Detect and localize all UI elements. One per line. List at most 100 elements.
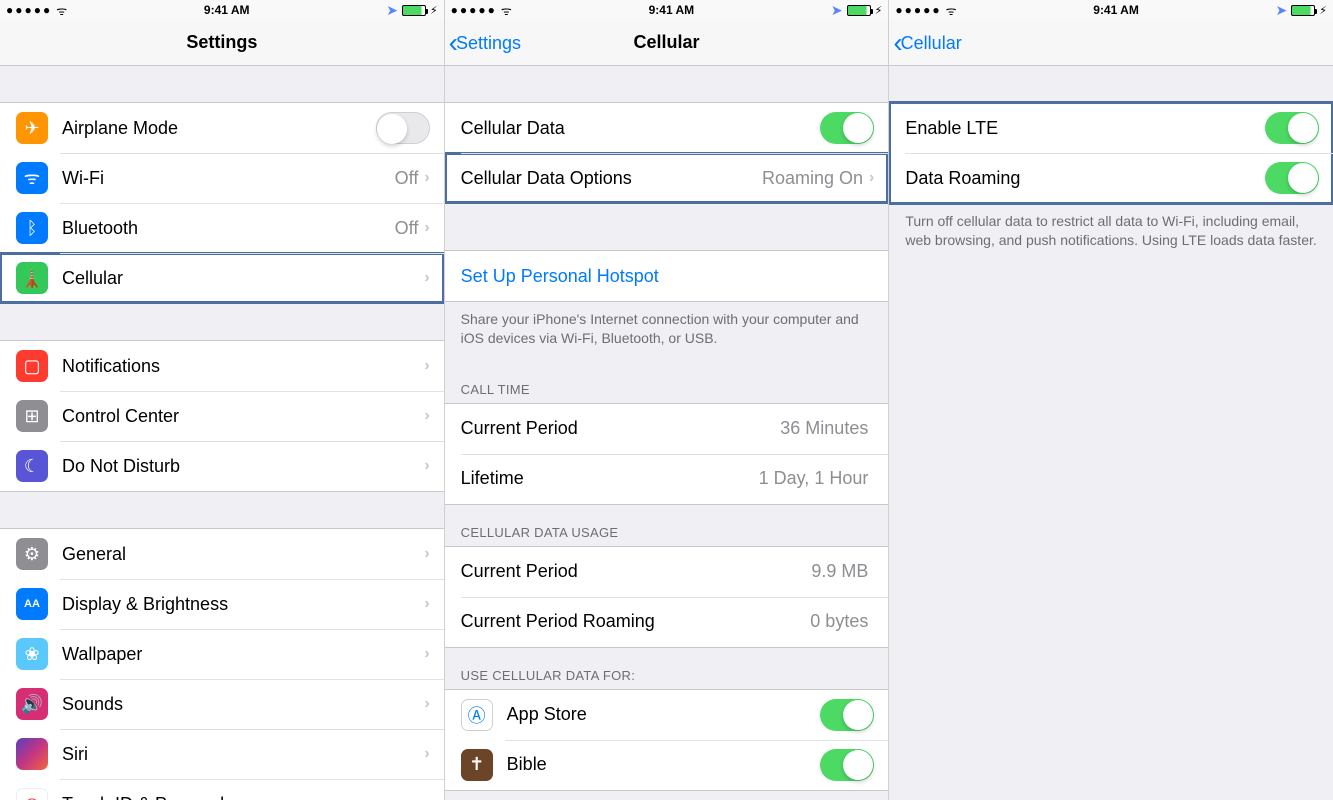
nav-bar: ‹Settings Cellular	[445, 20, 889, 66]
status-bar: ●●●●●ᯤ 9:41 AM ➤⚡︎	[445, 0, 889, 20]
chevron-right-icon: ›	[424, 595, 429, 613]
row-label: Cellular	[62, 268, 424, 289]
airplane-icon: ✈︎	[16, 112, 48, 144]
row-display-brightness[interactable]: AA Display & Brightness ›	[0, 579, 444, 629]
row-lifetime[interactable]: Lifetime 1 Day, 1 Hour	[445, 454, 889, 504]
row-airplane-mode[interactable]: ✈︎ Airplane Mode	[0, 103, 444, 153]
row-wifi[interactable]: ᯤ Wi-Fi Off ›	[0, 153, 444, 203]
row-label: Wi-Fi	[62, 168, 395, 189]
row-value: Roaming On	[762, 168, 863, 189]
row-cellular[interactable]: 🗼 Cellular ›	[0, 253, 444, 303]
row-value: 36 Minutes	[780, 418, 868, 439]
status-bar: ●●●●●ᯤ 9:41 AM ➤⚡︎	[889, 0, 1333, 20]
call-time-header: CALL TIME	[445, 362, 889, 403]
page-title: Settings	[186, 32, 257, 53]
row-bible[interactable]: ✝︎ Bible	[445, 740, 889, 790]
row-notifications[interactable]: ▢ Notifications ›	[0, 341, 444, 391]
row-value: Off	[395, 168, 419, 189]
airplane-toggle[interactable]	[376, 112, 430, 144]
chevron-right-icon: ›	[424, 745, 429, 763]
hotspot-note: Share your iPhone's Internet connection …	[445, 302, 889, 362]
row-label: Do Not Disturb	[62, 456, 424, 477]
chevron-right-icon: ›	[424, 357, 429, 375]
battery-icon	[847, 5, 871, 16]
screen-cellular: ●●●●●ᯤ 9:41 AM ➤⚡︎ ‹Settings Cellular Ce…	[445, 0, 890, 800]
bluetooth-icon: ᛒ	[16, 212, 48, 244]
row-current-period-call[interactable]: Current Period 36 Minutes	[445, 404, 889, 454]
row-personal-hotspot[interactable]: Set Up Personal Hotspot	[445, 251, 889, 301]
screen-settings: ●●●●●ᯤ 9:41 AM ➤⚡︎ Settings ✈︎ Airplane …	[0, 0, 445, 800]
app-store-toggle[interactable]	[820, 699, 874, 731]
chevron-right-icon: ›	[869, 169, 874, 187]
page-title: Cellular	[633, 32, 699, 53]
status-time: 9:41 AM	[1093, 3, 1139, 17]
row-data-roaming[interactable]: Data Roaming	[889, 153, 1333, 203]
row-siri[interactable]: Siri ›	[0, 729, 444, 779]
enable-lte-toggle[interactable]	[1265, 112, 1319, 144]
row-general[interactable]: ⚙︎ General ›	[0, 529, 444, 579]
row-label: Siri	[62, 744, 424, 765]
row-current-period-data[interactable]: Current Period 9.9 MB	[445, 547, 889, 597]
status-time: 9:41 AM	[649, 3, 695, 17]
row-label: Cellular Data Options	[461, 168, 762, 189]
row-value: 1 Day, 1 Hour	[759, 468, 869, 489]
chevron-right-icon: ›	[424, 545, 429, 563]
nav-bar: Settings	[0, 20, 444, 66]
row-label: Touch ID & Passcode	[62, 794, 424, 800]
wifi-settings-icon: ᯤ	[16, 162, 48, 194]
wifi-icon: ᯤ	[501, 2, 512, 19]
use-cellular-for-header: USE CELLULAR DATA FOR:	[445, 648, 889, 689]
back-button[interactable]: ‹Cellular	[893, 20, 961, 66]
display-icon: AA	[16, 588, 48, 620]
chevron-right-icon: ›	[424, 795, 429, 800]
fingerprint-icon: ◉	[16, 788, 48, 800]
charging-icon: ⚡︎	[430, 4, 438, 17]
back-label: Cellular	[901, 33, 962, 54]
row-label: Current Period	[461, 418, 781, 439]
siri-icon	[16, 738, 48, 770]
row-app-store[interactable]: Ⓐ App Store	[445, 690, 889, 740]
bible-toggle[interactable]	[820, 749, 874, 781]
chevron-right-icon: ›	[424, 695, 429, 713]
row-do-not-disturb[interactable]: ☾ Do Not Disturb ›	[0, 441, 444, 491]
back-button[interactable]: ‹Settings	[449, 20, 521, 66]
row-control-center[interactable]: ⊞ Control Center ›	[0, 391, 444, 441]
wifi-icon: ᯤ	[946, 2, 957, 19]
row-label: Data Roaming	[905, 168, 1265, 189]
row-label: Cellular Data	[461, 118, 821, 139]
battery-icon	[402, 5, 426, 16]
row-label: Airplane Mode	[62, 118, 376, 139]
row-cellular-data-options[interactable]: Cellular Data Options Roaming On ›	[445, 153, 889, 203]
row-touch-id[interactable]: ◉ Touch ID & Passcode ›	[0, 779, 444, 800]
back-label: Settings	[456, 33, 521, 54]
signal-dots-icon: ●●●●●	[895, 3, 941, 17]
row-label: Bluetooth	[62, 218, 395, 239]
row-sounds[interactable]: 🔊 Sounds ›	[0, 679, 444, 729]
cellular-data-toggle[interactable]	[820, 112, 874, 144]
row-cellular-data[interactable]: Cellular Data	[445, 103, 889, 153]
battery-icon	[1291, 5, 1315, 16]
notifications-icon: ▢	[16, 350, 48, 382]
row-label: Current Period	[461, 561, 812, 582]
row-label: Sounds	[62, 694, 424, 715]
status-time: 9:41 AM	[204, 3, 250, 17]
app-store-icon: Ⓐ	[461, 699, 493, 731]
row-label: Enable LTE	[905, 118, 1265, 139]
row-enable-lte[interactable]: Enable LTE	[889, 103, 1333, 153]
row-wallpaper[interactable]: ❀ Wallpaper ›	[0, 629, 444, 679]
signal-dots-icon: ●●●●●	[451, 3, 497, 17]
row-current-period-roaming[interactable]: Current Period Roaming 0 bytes	[445, 597, 889, 647]
row-bluetooth[interactable]: ᛒ Bluetooth Off ›	[0, 203, 444, 253]
row-label: Control Center	[62, 406, 424, 427]
wallpaper-icon: ❀	[16, 638, 48, 670]
location-icon: ➤	[1276, 2, 1288, 19]
chevron-right-icon: ›	[424, 407, 429, 425]
row-label: Set Up Personal Hotspot	[461, 266, 875, 287]
chevron-right-icon: ›	[424, 269, 429, 287]
signal-dots-icon: ●●●●●	[6, 3, 52, 17]
charging-icon: ⚡︎	[875, 4, 883, 17]
sounds-icon: 🔊	[16, 688, 48, 720]
data-roaming-toggle[interactable]	[1265, 162, 1319, 194]
row-value: Off	[395, 218, 419, 239]
row-label: Notifications	[62, 356, 424, 377]
